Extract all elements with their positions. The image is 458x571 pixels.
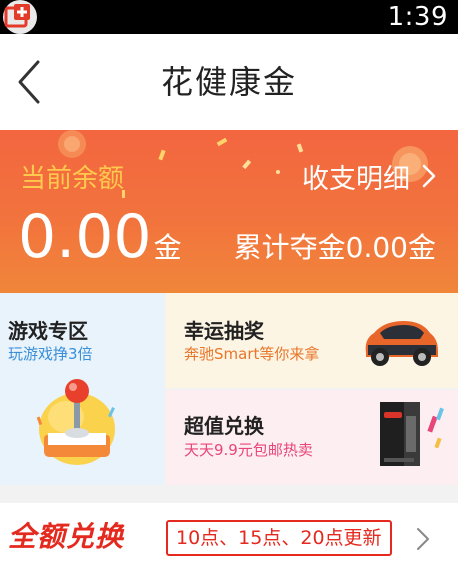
tile-title: 游戏专区 [8, 319, 88, 343]
status-bar: 1:39 [0, 0, 458, 34]
balance-value: 0.00 [18, 202, 152, 272]
tile-game-zone[interactable]: 游戏专区 玩游戏挣3倍 [0, 293, 164, 485]
back-chevron-icon[interactable] [8, 56, 52, 108]
tile-subtitle: 天天9.9元包邮热卖 [184, 441, 313, 459]
chevron-right-icon [422, 164, 436, 188]
tile-value-exchange[interactable]: 超值兑换 天天9.9元包邮热卖 [166, 390, 458, 485]
balance-amount: 0.00 金 [18, 202, 182, 272]
app-plus-icon [3, 0, 37, 34]
status-time: 1:39 [387, 2, 448, 32]
full-exchange-title: 全额兑换 [8, 520, 125, 553]
page-title: 花健康金 [160, 63, 297, 101]
tile-title: 幸运抽奖 [184, 319, 264, 343]
product-box-icon [380, 402, 444, 466]
tile-title: 超值兑换 [184, 414, 264, 438]
tile-subtitle: 奔驰Smart等你来拿 [184, 345, 320, 363]
chevron-right-icon [417, 528, 429, 550]
details-label: 收支明细 [302, 163, 410, 195]
feature-grid: 游戏专区 玩游戏挣3倍 幸运抽奖 奔驰Smart等你来拿 超值兑换 天天9.9元… [0, 293, 458, 485]
update-schedule-badge: 10点、15点、20点更新 [166, 520, 392, 556]
full-exchange-row[interactable]: 全额兑换 10点、15点、20点更新 [0, 503, 458, 571]
tile-subtitle: 玩游戏挣3倍 [8, 345, 93, 363]
details-link[interactable]: 收支明细 [302, 156, 438, 196]
balance-unit: 金 [153, 231, 182, 264]
total-won-text: 累计夺金0.00金 [233, 231, 436, 264]
joystick-icon [36, 379, 115, 465]
tile-lucky-draw[interactable]: 幸运抽奖 奔驰Smart等你来拿 [166, 293, 458, 388]
smart-car-icon [365, 321, 438, 366]
nav-bar: 花健康金 [0, 34, 458, 130]
balance-banner: 当前余额 收支明细 0.00 金 累计夺金0.00金 [0, 130, 458, 293]
balance-label: 当前余额 [20, 164, 125, 194]
